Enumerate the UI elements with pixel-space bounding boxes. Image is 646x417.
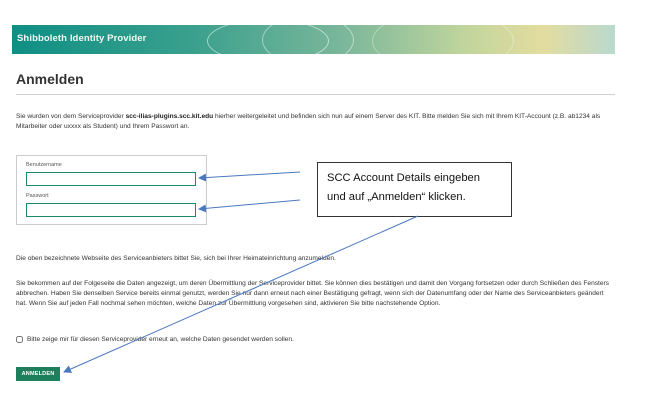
consent-checkbox[interactable] — [16, 336, 23, 343]
instruction-callout: SCC Account Details eingeben und auf „An… — [317, 162, 512, 217]
info-paragraph-2: Sie bekommen auf der Folgeseite die Date… — [16, 280, 610, 307]
callout-line-2: und auf „Anmelden“ klicken. — [327, 191, 466, 203]
banner-swirl-decoration — [372, 25, 514, 54]
username-label: Benutzername — [26, 162, 62, 168]
intro-text: Sie wurden von dem Serviceprovider scc-i… — [16, 112, 616, 132]
password-field[interactable] — [26, 203, 196, 217]
page-title: Anmelden — [16, 71, 84, 87]
intro-before: Sie wurden von dem Serviceprovider — [16, 113, 126, 120]
info-paragraph-1: Die oben bezeichnete Webseite des Servic… — [16, 255, 336, 262]
password-label: Passwort — [26, 193, 49, 199]
banner-swirl-decoration — [262, 25, 354, 54]
service-provider-name: scc-ilias-plugins.scc.kit.edu — [125, 113, 214, 120]
arrow-to-username — [198, 171, 301, 182]
callout-line-1: SCC Account Details eingeben — [327, 172, 480, 184]
login-button[interactable]: ANMELDEN — [16, 367, 60, 381]
consent-option[interactable]: Bitte zeige mir für diesen Serviceprovid… — [16, 336, 294, 343]
username-field[interactable] — [26, 172, 196, 186]
title-divider — [16, 94, 615, 95]
header-title: Shibboleth Identity Provider — [17, 33, 147, 44]
header-banner: Shibboleth Identity Provider — [12, 25, 615, 54]
login-form: Benutzername Passwort — [16, 155, 207, 225]
consent-label: Bitte zeige mir für diesen Serviceprovid… — [27, 336, 294, 343]
arrow-to-password — [198, 199, 301, 213]
